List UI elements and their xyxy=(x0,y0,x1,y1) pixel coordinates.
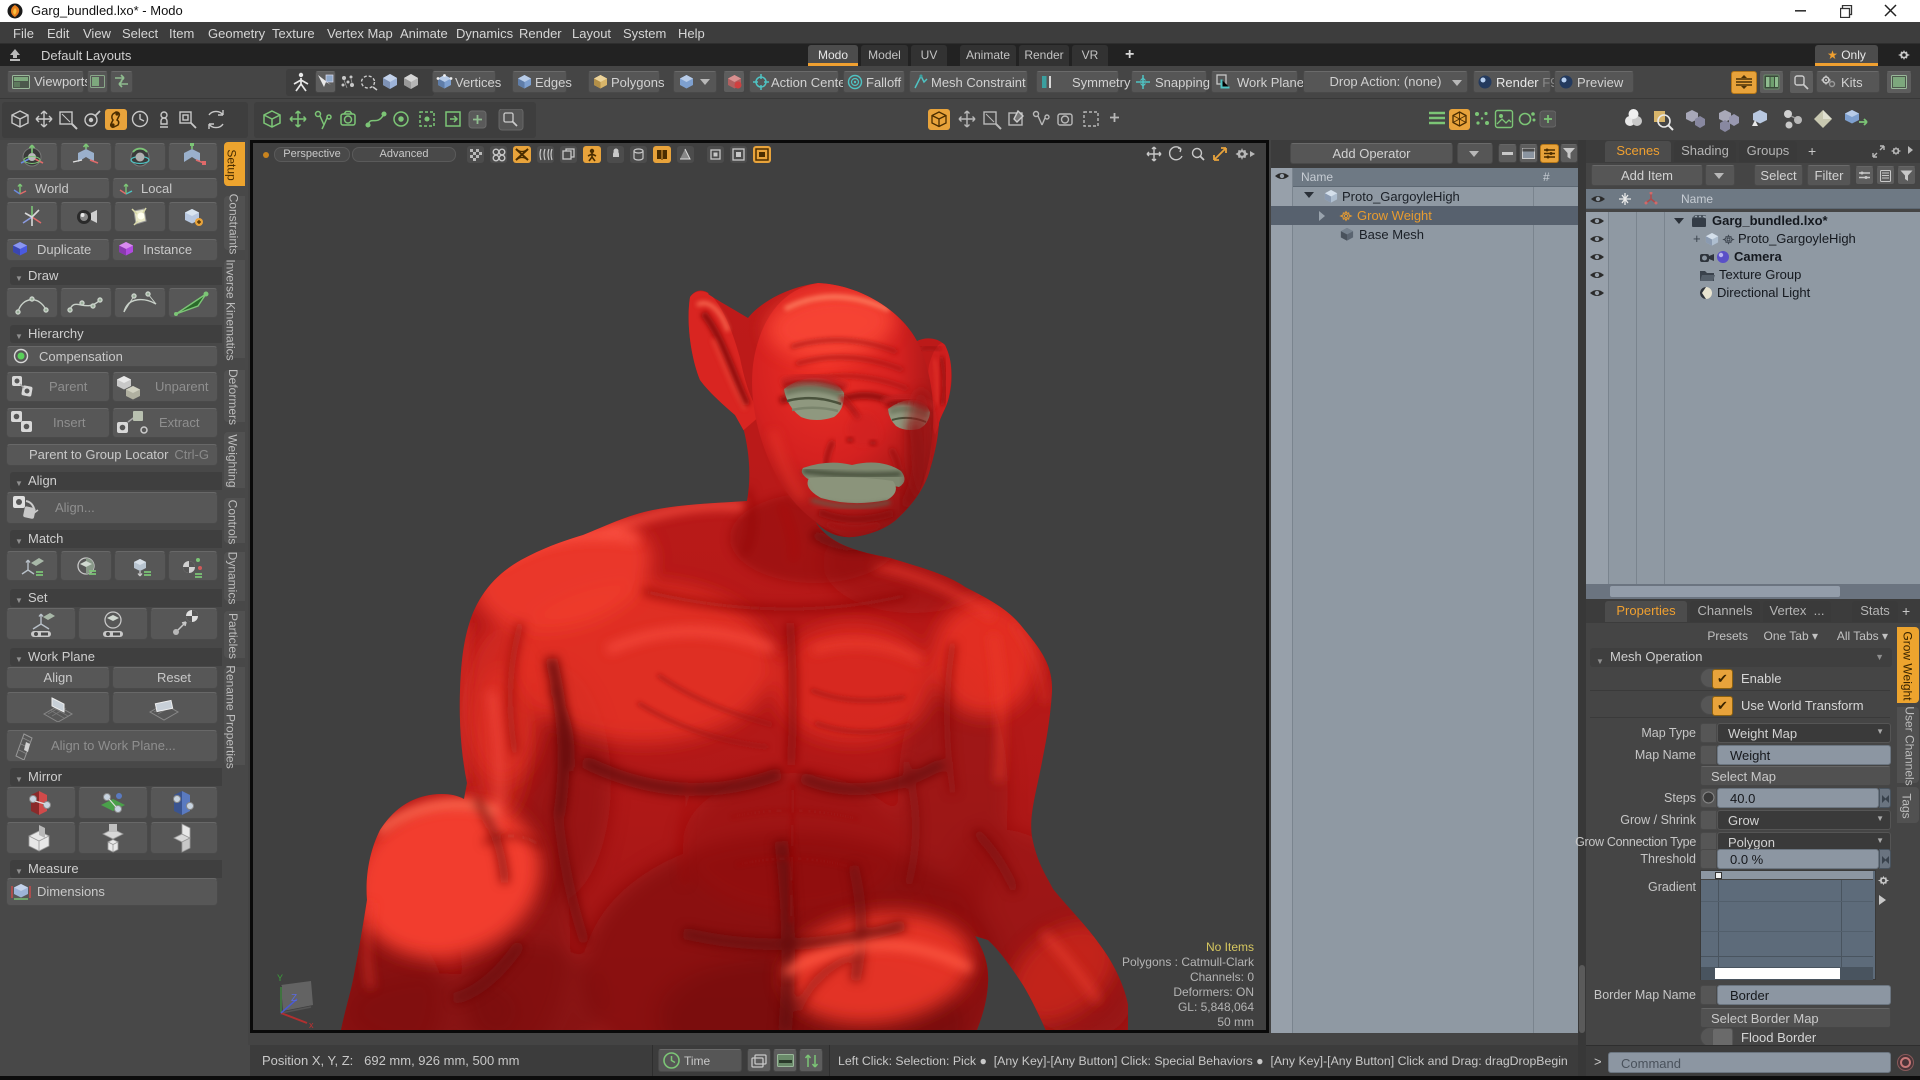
svg-text:Y: Y xyxy=(277,973,283,983)
svg-text:Z: Z xyxy=(291,993,297,1004)
svg-text:x: x xyxy=(309,1020,314,1029)
